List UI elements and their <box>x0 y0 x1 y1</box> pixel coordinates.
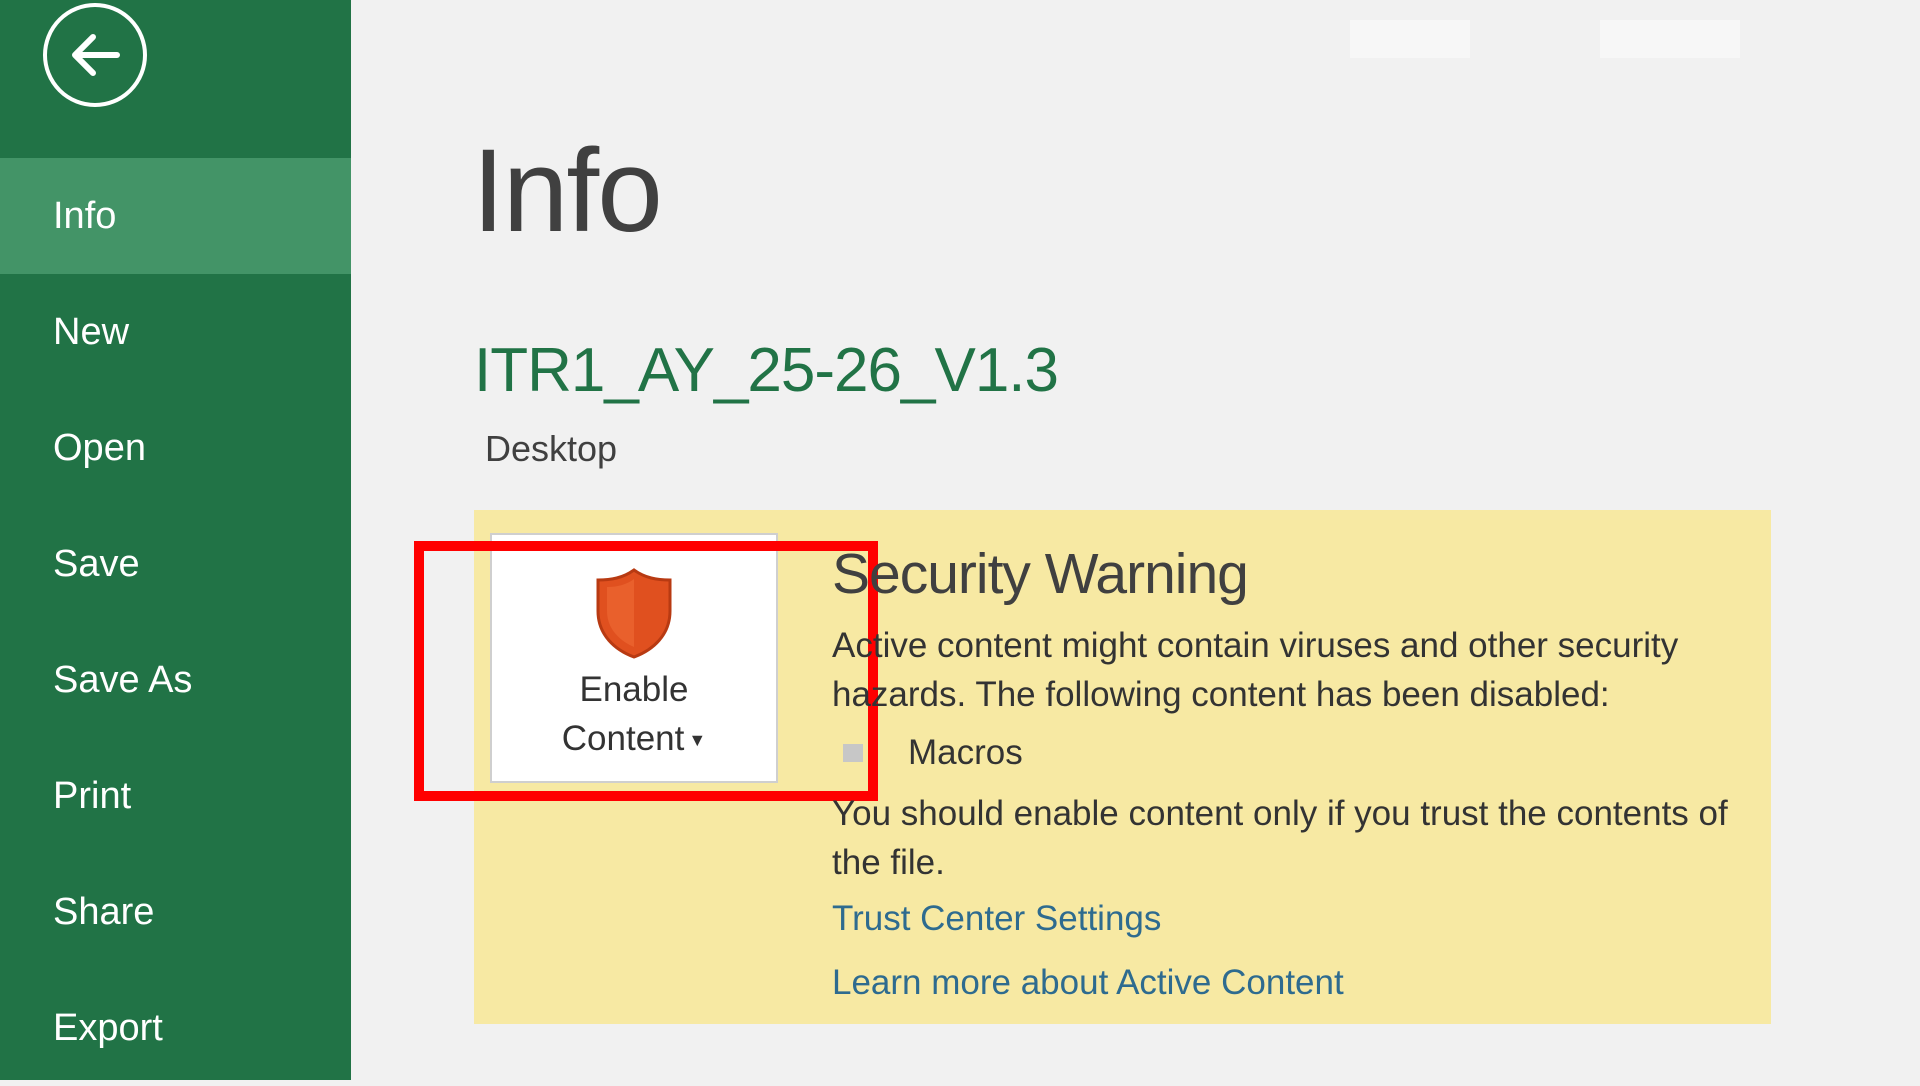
nav-item-export[interactable]: Export <box>0 970 351 1086</box>
shield-icon <box>596 568 672 659</box>
nav-item-label: Share <box>53 890 155 933</box>
security-warning-description: Active content might contain viruses and… <box>832 626 1679 714</box>
nav-item-label: Print <box>53 774 132 817</box>
titlebar-hint <box>1350 20 1470 58</box>
nav-item-save[interactable]: Save <box>0 506 351 622</box>
nav-item-open[interactable]: Open <box>0 390 351 506</box>
back-arrow-icon <box>72 34 120 76</box>
nav-item-label: Info <box>53 194 117 237</box>
macro-bullet-icon <box>843 744 863 762</box>
nav-item-label: Open <box>53 426 146 469</box>
nav-item-new[interactable]: New <box>0 274 351 390</box>
back-button[interactable] <box>43 3 147 107</box>
nav-item-save-as[interactable]: Save As <box>0 622 351 738</box>
nav-item-info[interactable]: Info <box>0 158 351 274</box>
security-warning-title: Security Warning <box>832 542 1249 606</box>
disabled-item-row: Macros <box>843 733 1023 773</box>
disabled-item-label: Macros <box>908 733 1023 772</box>
nav-item-label: New <box>53 310 130 353</box>
dropdown-caret-icon: ▼ <box>688 730 707 751</box>
trust-note: You should enable content only if you tr… <box>832 794 1728 882</box>
enable-content-label: Enable Content ▼ <box>562 665 706 765</box>
enable-content-button[interactable]: Enable Content ▼ <box>490 533 778 783</box>
backstage-sidebar: Info New Open Save Save As Print Share E… <box>0 0 351 1080</box>
file-location: Desktop <box>485 428 618 469</box>
enable-content-line2: Content <box>561 719 685 758</box>
backstage-nav: Info New Open Save Save As Print Share E… <box>0 158 351 1086</box>
file-name: ITR1_AY_25-26_V1.3 <box>474 336 1059 405</box>
nav-item-label: Save As <box>53 658 193 701</box>
learn-more-active-content-link[interactable]: Learn more about Active Content <box>832 963 1344 1003</box>
trust-center-settings-link[interactable]: Trust Center Settings <box>832 899 1161 939</box>
titlebar-hint <box>1600 20 1740 58</box>
nav-item-label: Export <box>53 1006 163 1049</box>
nav-item-print[interactable]: Print <box>0 738 351 854</box>
nav-item-share[interactable]: Share <box>0 854 351 970</box>
enable-content-line1: Enable <box>579 670 689 709</box>
page-title: Info <box>472 125 663 257</box>
nav-item-label: Save <box>53 542 140 585</box>
